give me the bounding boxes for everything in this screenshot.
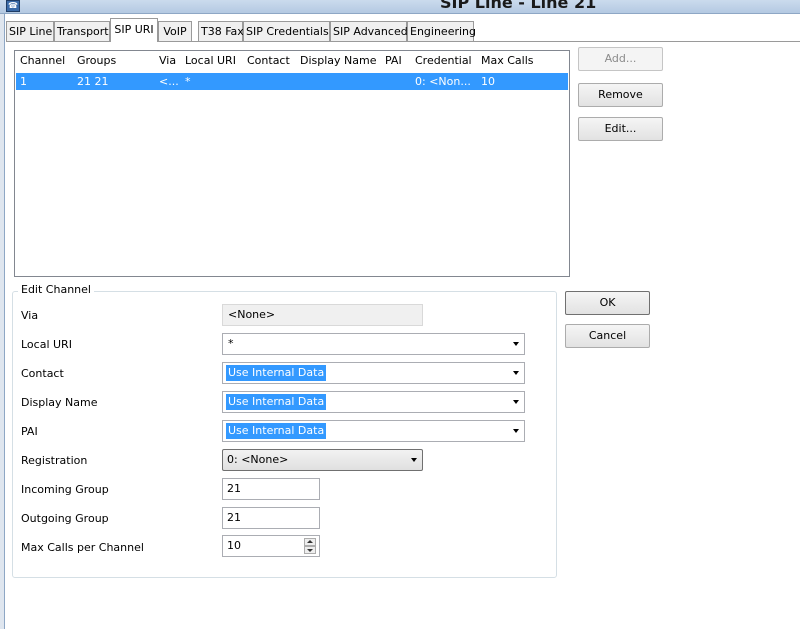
display-name-combo[interactable]: Use Internal Data [222, 391, 525, 413]
chevron-down-icon[interactable] [513, 371, 519, 375]
col-groups[interactable]: Groups [77, 51, 116, 71]
window-title: SIP Line - Line 21 [440, 0, 597, 12]
col-max-calls[interactable]: Max Calls [481, 51, 534, 71]
via-field: <None> [222, 304, 423, 326]
add-button[interactable]: Add... [578, 47, 663, 71]
tab-t38-fax[interactable]: T38 Fax [198, 21, 244, 41]
spin-buttons [304, 538, 316, 554]
table-row[interactable]: 1 21 21 <... * 0: <Non... 10 [16, 73, 568, 90]
local-uri-combo[interactable]: * [222, 333, 525, 355]
spin-down-icon[interactable] [304, 546, 316, 554]
remove-button[interactable]: Remove [578, 83, 663, 107]
incoming-group-label: Incoming Group [21, 483, 109, 496]
uri-table[interactable]: Channel Groups Via Local URI Contact Dis… [14, 50, 570, 277]
contact-combo[interactable]: Use Internal Data [222, 362, 525, 384]
title-bar: ☎ SIP Line - Line 21 [0, 0, 800, 14]
cell-channel: 1 [20, 75, 27, 88]
incoming-group-input[interactable]: 21 [222, 478, 320, 500]
max-calls-label: Max Calls per Channel [21, 541, 144, 554]
tab-voip[interactable]: VoIP [158, 21, 192, 41]
tab-sip-uri[interactable]: SIP URI [110, 18, 158, 42]
outgoing-group-label: Outgoing Group [21, 512, 109, 525]
chevron-down-icon[interactable] [513, 342, 519, 346]
col-contact[interactable]: Contact [247, 51, 290, 71]
display-name-label: Display Name [21, 396, 98, 409]
local-uri-value: * [228, 337, 234, 350]
table-header: Channel Groups Via Local URI Contact Dis… [15, 51, 569, 71]
cancel-button[interactable]: Cancel [565, 324, 650, 348]
max-calls-stepper[interactable]: 10 [222, 535, 320, 557]
contact-label: Contact [21, 367, 64, 380]
tab-sip-advanced[interactable]: SIP Advanced [330, 21, 408, 41]
pai-combo[interactable]: Use Internal Data [222, 420, 525, 442]
cell-via: <... [159, 75, 179, 88]
app-icon[interactable]: ☎ [6, 0, 20, 12]
pai-value: Use Internal Data [226, 423, 327, 439]
spin-up-icon[interactable] [304, 538, 316, 546]
cell-local-uri: * [185, 75, 191, 88]
registration-dropdown[interactable]: 0: <None> [222, 449, 423, 471]
registration-value: 0: <None> [227, 453, 289, 466]
outgoing-group-input[interactable]: 21 [222, 507, 320, 529]
cell-max-calls: 10 [481, 75, 495, 88]
max-calls-value: 10 [227, 539, 241, 552]
ok-button[interactable]: OK [565, 291, 650, 315]
pai-label: PAI [21, 425, 38, 438]
chevron-down-icon[interactable] [513, 400, 519, 404]
chevron-down-icon[interactable] [411, 458, 417, 462]
local-uri-label: Local URI [21, 338, 72, 351]
window-border [0, 14, 5, 629]
via-label: Via [21, 309, 39, 322]
col-via[interactable]: Via [159, 51, 176, 71]
edit-channel-legend: Edit Channel [18, 283, 94, 296]
col-pai[interactable]: PAI [385, 51, 402, 71]
cell-groups: 21 21 [77, 75, 109, 88]
display-name-value: Use Internal Data [226, 394, 327, 410]
tab-transport[interactable]: Transport [54, 21, 110, 41]
col-display-name[interactable]: Display Name [300, 51, 377, 71]
tab-sip-line[interactable]: SIP Line [6, 21, 54, 41]
chevron-down-icon[interactable] [513, 429, 519, 433]
col-local-uri[interactable]: Local URI [185, 51, 236, 71]
tab-engineering[interactable]: Engineering [407, 21, 476, 41]
cell-credential: 0: <Non... [415, 75, 471, 88]
registration-label: Registration [21, 454, 88, 467]
contact-value: Use Internal Data [226, 365, 327, 381]
col-channel[interactable]: Channel [20, 51, 65, 71]
edit-button[interactable]: Edit... [578, 117, 663, 141]
col-credential[interactable]: Credential [415, 51, 472, 71]
tab-sip-credentials[interactable]: SIP Credentials [243, 21, 330, 41]
